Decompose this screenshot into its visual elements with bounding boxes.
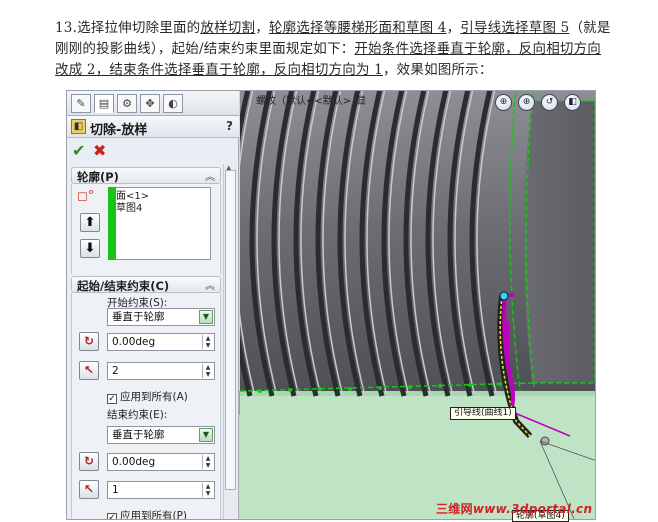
end-tangent-length-value: 1 xyxy=(112,484,119,496)
reverse-direction-button[interactable]: ↻ xyxy=(79,452,99,471)
feature-title: 切除-放样 xyxy=(90,123,148,138)
property-manager-panel: ✎ ▤ ⚙ ✥ ◐ ◧ 切除-放样 ? ✔ ✖ 轮廓(P) ︽ ◻° ⬆ ⬇ 面… xyxy=(67,91,239,520)
end-angle-value: 0.00deg xyxy=(112,456,156,468)
zoom-to-fit-icon[interactable]: ⊕ xyxy=(495,94,512,111)
start-handle xyxy=(499,291,509,301)
panel-scrollbar[interactable]: ▲ xyxy=(223,164,237,519)
move-down-button[interactable]: ⬇ xyxy=(80,239,100,258)
previous-view-icon[interactable]: ↺ xyxy=(541,94,558,111)
instruction-text: 13.选择拉伸切除里面的放样切割，轮廓选择等腰梯形面和草图 4，引导线选择草图 … xyxy=(55,18,625,81)
feature-tree-flyout[interactable]: 螺纹（默认<<默认>_显 xyxy=(256,92,366,107)
underlined-text: 改成 2，结束条件选择垂直于轮廓，反向相切方向为 1 xyxy=(55,62,383,78)
selection-color-bar xyxy=(108,187,116,260)
property-manager-tab[interactable]: ▤ xyxy=(94,94,114,113)
start-tangent-length-value: 2 xyxy=(112,365,119,377)
start-constraint-select[interactable]: 垂直于轮廓 ▼ xyxy=(107,308,215,326)
end-constraint-select[interactable]: 垂直于轮廓 ▼ xyxy=(107,426,215,444)
end-tangent-length-input[interactable]: 1 ▲ ▼ xyxy=(107,481,215,499)
end-constraint-label: 结束约束(E): xyxy=(107,409,168,421)
text-segment: ， xyxy=(255,20,269,36)
help-button[interactable]: ? xyxy=(226,119,233,133)
start-constraint-value: 垂直于轮廓 xyxy=(112,311,165,323)
text-segment: ，效果如图所示： xyxy=(382,62,493,78)
action-buttons: ✔ ✖ xyxy=(67,138,239,164)
reverse-tangent-button[interactable]: ↖ xyxy=(79,480,99,499)
watermark-url-text: www.3dportal.cn xyxy=(472,502,593,516)
spinner-icon[interactable]: ▲ ▼ xyxy=(202,364,213,378)
text-segment: 13.选择拉伸切除里面的 xyxy=(55,20,201,36)
profile-icon: ◻° xyxy=(77,189,95,204)
start-tangent-length-input[interactable]: 2 ▲ ▼ xyxy=(107,362,215,380)
watermark-cn-text: 三维网 xyxy=(436,502,473,516)
dropdown-arrow-icon: ▼ xyxy=(199,428,213,442)
checkbox-checked-icon[interactable]: ✓ xyxy=(107,513,117,519)
end-apply-all-checkbox[interactable]: ✓ 应用到所有(P) xyxy=(107,508,188,520)
site-watermark: 三维网www.3dportal.cn xyxy=(436,500,592,517)
underlined-text: 轮廓选择等腰梯形面和草图 4 xyxy=(268,20,447,36)
spinner-icon[interactable]: ▲ ▼ xyxy=(202,455,213,469)
section-view-icon[interactable]: ◧ xyxy=(564,94,581,111)
end-angle-input[interactable]: 0.00deg ▲ ▼ xyxy=(107,453,215,471)
text-segment: 刚刚的投影曲线），起始/结束约束里面规定如下： xyxy=(55,41,355,57)
reverse-tangent-button[interactable]: ↖ xyxy=(79,361,99,380)
underlined-text: 放样切割 xyxy=(200,20,256,36)
underlined-text: 引导线选择草图 5 xyxy=(460,20,570,36)
list-item[interactable]: 草图4 xyxy=(110,203,210,215)
feature-manager-tab[interactable]: ✎ xyxy=(71,94,91,113)
guide-curve-callout[interactable]: 引导线(曲线1) xyxy=(450,407,516,420)
zoom-to-area-icon[interactable]: ⊕ xyxy=(518,94,535,111)
reverse-direction-button[interactable]: ↻ xyxy=(79,332,99,351)
cylinder-end-cap xyxy=(524,101,595,383)
graphics-area[interactable]: 螺纹（默认<<默认>_显 ⊕ ⊕ ↺ ◧ 引导线(曲线1) xyxy=(227,91,596,520)
profiles-list[interactable]: 面<1> 草图4 xyxy=(109,187,211,260)
guide-endpoint xyxy=(509,292,515,298)
ok-button[interactable]: ✔ xyxy=(72,141,85,160)
model-viewport[interactable] xyxy=(227,91,596,520)
constraints-group-header[interactable]: 起始/结束约束(C) ︽ xyxy=(71,276,221,293)
text-segment: （就是 xyxy=(569,20,611,36)
checkbox-label: 应用到所有(P) xyxy=(120,510,188,520)
configuration-manager-tab[interactable]: ⚙ xyxy=(117,94,137,113)
spinner-icon[interactable]: ▲ ▼ xyxy=(202,483,213,497)
dropdown-arrow-icon: ▼ xyxy=(199,310,213,324)
move-up-button[interactable]: ⬆ xyxy=(80,213,100,232)
start-angle-value: 0.00deg xyxy=(112,336,156,348)
cancel-button[interactable]: ✖ xyxy=(93,141,106,160)
lofted-cut-icon: ◧ xyxy=(71,119,86,134)
checkbox-checked-icon[interactable]: ✓ xyxy=(107,394,117,404)
scrollbar-thumb[interactable] xyxy=(225,170,236,490)
feature-title-bar: ◧ 切除-放样 ? xyxy=(67,116,239,138)
instruction-line-2: 刚刚的投影曲线），起始/结束约束里面规定如下：开始条件选择垂直于轮廓，反向相切方… xyxy=(55,39,625,60)
text-segment: ， xyxy=(446,20,461,36)
collapse-chevron-icon: ︽ xyxy=(205,172,215,183)
manager-tabs: ✎ ▤ ⚙ ✥ ◐ xyxy=(67,91,239,116)
end-constraint-value: 垂直于轮廓 xyxy=(112,429,165,441)
display-manager-tab[interactable]: ◐ xyxy=(163,94,183,113)
instruction-line-1: 13.选择拉伸切除里面的放样切割，轮廓选择等腰梯形面和草图 4，引导线选择草图 … xyxy=(55,18,625,39)
solidworks-screenshot: ✎ ▤ ⚙ ✥ ◐ ◧ 切除-放样 ? ✔ ✖ 轮廓(P) ︽ ◻° ⬆ ⬇ 面… xyxy=(66,90,596,520)
checkbox-label: 应用到所有(A) xyxy=(120,391,188,403)
instruction-line-3: 改成 2，结束条件选择垂直于轮廓，反向相切方向为 1，效果如图所示： xyxy=(55,60,625,81)
constraints-group-title: 起始/结束约束(C) xyxy=(77,279,170,293)
profiles-group-header[interactable]: 轮廓(P) ︽ xyxy=(71,167,221,184)
dimxpert-manager-tab[interactable]: ✥ xyxy=(140,94,160,113)
list-item[interactable]: 面<1> xyxy=(110,191,210,203)
profiles-group-title: 轮廓(P) xyxy=(77,170,119,184)
start-apply-all-checkbox[interactable]: ✓ 应用到所有(A) xyxy=(107,389,188,404)
collapse-chevron-icon: ︽ xyxy=(205,281,215,292)
start-angle-input[interactable]: 0.00deg ▲ ▼ xyxy=(107,333,215,351)
spinner-icon[interactable]: ▲ ▼ xyxy=(202,335,213,349)
underlined-text: 开始条件选择垂直于轮廓，反向相切方向 xyxy=(354,41,602,57)
